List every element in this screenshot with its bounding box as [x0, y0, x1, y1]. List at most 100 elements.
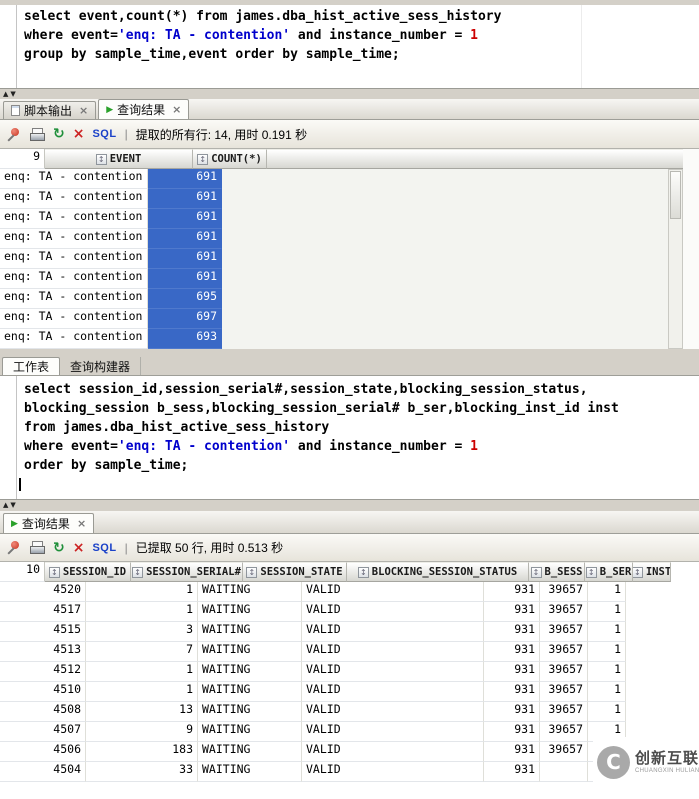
table-row[interactable]: 7enq: TA - contention695 — [0, 289, 699, 309]
cell-count-selected[interactable]: 691 — [148, 169, 222, 189]
print-icon[interactable] — [29, 127, 45, 142]
table-row[interactable]: 8enq: TA - contention697 — [0, 309, 699, 329]
cell[interactable]: 4517 — [0, 602, 86, 622]
table-row[interactable]: 545121WAITINGVALID931396571 — [0, 662, 699, 682]
cell[interactable]: 3 — [86, 622, 198, 642]
column-header[interactable]: ↕SESSION_SERIAL# — [131, 562, 243, 582]
clear-grid-icon[interactable]: × — [73, 127, 85, 141]
cell-count-selected[interactable]: 691 — [148, 229, 222, 249]
cell[interactable]: 33 — [86, 762, 198, 782]
cell[interactable]: WAITING — [198, 722, 302, 742]
cell[interactable]: VALID — [302, 622, 484, 642]
table-row[interactable]: 245171WAITINGVALID931396571 — [0, 602, 699, 622]
sql-button[interactable]: SQL — [92, 542, 116, 554]
cell-count-selected[interactable]: 693 — [148, 329, 222, 349]
cell[interactable] — [540, 762, 588, 782]
cell[interactable]: 1 — [86, 682, 198, 702]
cell[interactable]: 1 — [588, 622, 626, 642]
cell[interactable]: 931 — [484, 622, 540, 642]
pin-icon[interactable] — [6, 540, 21, 555]
table-row[interactable]: 7450813WAITINGVALID931396571 — [0, 702, 699, 722]
column-header[interactable]: ↕B_SESS — [529, 562, 585, 582]
cell[interactable]: VALID — [302, 742, 484, 762]
cell[interactable]: 4510 — [0, 682, 86, 702]
cell[interactable]: 1 — [588, 702, 626, 722]
cell[interactable]: VALID — [302, 642, 484, 662]
cell[interactable]: VALID — [302, 722, 484, 742]
sql-editor-bottom[interactable]: select session_id,session_serial#,sessio… — [0, 376, 699, 499]
cell[interactable]: WAITING — [198, 742, 302, 762]
cell-count-selected[interactable]: 691 — [148, 269, 222, 289]
cell-event[interactable]: enq: TA - contention — [0, 229, 148, 249]
table-row[interactable]: 1enq: TA - contention691 — [0, 169, 699, 189]
cell[interactable]: 183 — [86, 742, 198, 762]
table-row[interactable]: 5enq: TA - contention691 — [0, 249, 699, 269]
tab-query-result-top[interactable]: ▶ 查询结果 × — [98, 99, 189, 119]
cell[interactable]: 931 — [484, 722, 540, 742]
cell[interactable]: VALID — [302, 702, 484, 722]
table-row[interactable]: 145201WAITINGVALID931396571 — [0, 582, 699, 602]
column-header[interactable]: ↕SESSION_STATE — [243, 562, 347, 582]
table-row[interactable]: 9enq: TA - contention693 — [0, 329, 699, 349]
cell[interactable]: 931 — [484, 702, 540, 722]
cell[interactable]: 39657 — [540, 682, 588, 702]
row-number[interactable]: 10 — [0, 562, 45, 582]
cell[interactable]: WAITING — [198, 622, 302, 642]
cell[interactable]: WAITING — [198, 582, 302, 602]
cell-event[interactable]: enq: TA - contention — [0, 169, 148, 189]
cell[interactable]: 931 — [484, 742, 540, 762]
cell[interactable]: 931 — [484, 682, 540, 702]
cell[interactable]: 4512 — [0, 662, 86, 682]
cell[interactable]: 4513 — [0, 642, 86, 662]
tab-script-output[interactable]: 脚本输出 × — [3, 101, 96, 119]
cell-event[interactable]: enq: TA - contention — [0, 289, 148, 309]
cell[interactable]: 39657 — [540, 662, 588, 682]
cell[interactable]: WAITING — [198, 662, 302, 682]
close-icon[interactable]: × — [79, 105, 88, 116]
sql-editor-top[interactable]: select event,count(*) from james.dba_his… — [0, 0, 699, 88]
cell-event[interactable]: enq: TA - contention — [0, 209, 148, 229]
table-row[interactable]: 645101WAITINGVALID931396571 — [0, 682, 699, 702]
cell[interactable]: 1 — [86, 662, 198, 682]
cell[interactable]: 39657 — [540, 722, 588, 742]
cell[interactable]: 931 — [484, 602, 540, 622]
cell[interactable]: 1 — [588, 582, 626, 602]
cell[interactable]: VALID — [302, 682, 484, 702]
close-icon[interactable]: × — [172, 104, 181, 115]
column-header[interactable]: ↕COUNT(*) — [193, 149, 267, 169]
cell[interactable]: VALID — [302, 582, 484, 602]
collapse-up-icon[interactable]: ▲ — [3, 502, 8, 509]
cell[interactable]: 4507 — [0, 722, 86, 742]
cell[interactable]: 13 — [86, 702, 198, 722]
cell[interactable]: 4506 — [0, 742, 86, 762]
column-header[interactable]: ↕SESSION_ID — [45, 562, 131, 582]
cell[interactable]: 1 — [86, 602, 198, 622]
cell[interactable]: 39657 — [540, 642, 588, 662]
column-header[interactable]: ↕EVENT — [45, 149, 193, 169]
cell[interactable]: VALID — [302, 662, 484, 682]
tab-query-builder[interactable]: 查询构建器 — [60, 357, 141, 375]
cell[interactable]: 39657 — [540, 742, 588, 762]
cell[interactable]: 931 — [484, 642, 540, 662]
cell-event[interactable]: enq: TA - contention — [0, 329, 148, 349]
sql-button[interactable]: SQL — [92, 128, 116, 140]
row-number[interactable]: 9 — [0, 149, 45, 169]
clear-grid-icon[interactable]: × — [73, 541, 85, 555]
cell[interactable]: WAITING — [198, 702, 302, 722]
cell[interactable]: 4520 — [0, 582, 86, 602]
cell[interactable]: 931 — [484, 662, 540, 682]
cell[interactable]: 4508 — [0, 702, 86, 722]
cell-count-selected[interactable]: 695 — [148, 289, 222, 309]
cell[interactable]: 9 — [86, 722, 198, 742]
cell-count-selected[interactable]: 691 — [148, 189, 222, 209]
sql-code-bottom[interactable]: select session_id,session_serial#,sessio… — [24, 382, 619, 477]
cell[interactable]: 39657 — [540, 702, 588, 722]
splitter-bottom[interactable]: ▲ ▼ — [0, 499, 699, 511]
table-row[interactable]: 3enq: TA - contention691 — [0, 209, 699, 229]
cell[interactable]: VALID — [302, 762, 484, 782]
cell[interactable]: WAITING — [198, 682, 302, 702]
table-row[interactable]: 445137WAITINGVALID931396571 — [0, 642, 699, 662]
close-icon[interactable]: × — [77, 518, 86, 529]
cell[interactable]: 1 — [588, 602, 626, 622]
cell[interactable]: WAITING — [198, 602, 302, 622]
